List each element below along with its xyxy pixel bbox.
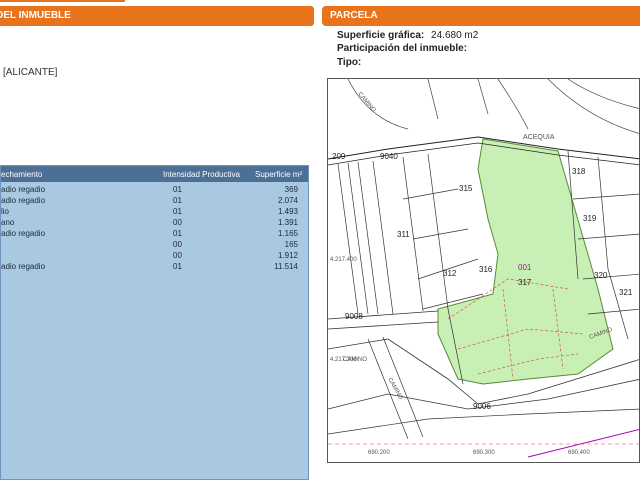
cell-intensidad: 01 xyxy=(173,185,182,194)
table-row: lio 01 1.493 xyxy=(1,206,308,217)
cell-superficie: 369 xyxy=(284,185,298,194)
cell-superficie: 1.391 xyxy=(277,218,298,227)
top-accent-bar xyxy=(0,0,125,2)
code-9006: 9006 xyxy=(473,402,491,411)
cell-superficie: 165 xyxy=(284,240,298,249)
parcel-number-318: 318 xyxy=(572,167,586,176)
cell-intensidad: 01 xyxy=(173,207,182,216)
cell-aprovechamiento: adio regadio xyxy=(1,196,46,205)
coord-label-y2: 4.217.300 xyxy=(330,357,357,363)
parcel-number-312: 312 xyxy=(443,269,457,278)
cell-intensidad: 00 xyxy=(173,240,182,249)
table-row: 00 1.912 xyxy=(1,250,308,261)
table-row: adio regadio 01 11.514 xyxy=(1,261,308,272)
cell-superficie: 11.514 xyxy=(274,262,298,271)
map-drawing: 315 318 319 311 312 316 317 320 321 001 … xyxy=(328,79,639,458)
road-label-camino: CAMINO xyxy=(386,377,403,401)
inmueble-section-header: DEL INMUEBLE xyxy=(0,6,314,26)
superficie-line: Superficie gráfica: 24.680 m2 xyxy=(337,30,478,41)
participacion-label: Participación del inmueble: xyxy=(337,43,468,54)
road-label-acequia: ACEQUIA xyxy=(523,134,555,141)
cell-aprovechamiento: adio regadio xyxy=(1,262,46,271)
cell-superficie: 1.493 xyxy=(277,207,298,216)
cell-aprovechamiento: adio regadio xyxy=(1,229,46,238)
parcel-number-316: 316 xyxy=(479,265,493,274)
code-209: 209 xyxy=(332,152,346,161)
cultivos-table: echamiento Intensidad Productiva Superfi… xyxy=(0,165,309,480)
table-header: echamiento Intensidad Productiva Superfi… xyxy=(1,166,308,182)
parcel-number-320: 320 xyxy=(594,271,608,280)
cell-aprovechamiento: adio regadio xyxy=(1,185,46,194)
cell-superficie: 2.074 xyxy=(277,196,298,205)
location-text: [ALICANTE] xyxy=(3,67,58,78)
cadastral-map[interactable]: 315 318 319 311 312 316 317 320 321 001 … xyxy=(327,78,640,463)
parcel-number-315: 315 xyxy=(459,184,473,193)
cell-intensidad: 01 xyxy=(173,229,182,238)
parcel-number-311: 311 xyxy=(397,230,410,239)
column-header-intensidad: Intensidad Productiva xyxy=(163,170,240,179)
superficie-value: 24.680 m2 xyxy=(431,30,479,41)
road-label-camino: CAMINO xyxy=(356,91,376,113)
coord-label-x3: 690.400 xyxy=(568,450,590,456)
cell-intensidad: 01 xyxy=(173,196,182,205)
table-row: adio regadio 01 2.074 xyxy=(1,195,308,206)
table-row: 00 165 xyxy=(1,239,308,250)
cell-intensidad: 01 xyxy=(173,262,182,271)
table-row: adio regadio 01 369 xyxy=(1,184,308,195)
column-header-aprovechamiento: echamiento xyxy=(1,170,43,179)
tipo-label: Tipo: xyxy=(337,57,362,68)
tipo-line: Tipo: xyxy=(337,57,361,68)
parcel-number-001: 001 xyxy=(518,263,532,272)
participacion-line: Participación del inmueble: xyxy=(337,43,467,54)
code-9040: 9040 xyxy=(380,152,398,161)
column-header-superficie: Superficie m² xyxy=(255,170,303,179)
parcel-number-317: 317 xyxy=(518,278,532,287)
table-row: ano 00 1.391 xyxy=(1,217,308,228)
parcel-number-319: 319 xyxy=(583,214,597,223)
code-9008: 9008 xyxy=(345,312,363,321)
coord-label-x1: 690.200 xyxy=(368,450,390,456)
cell-aprovechamiento: ano xyxy=(1,218,15,227)
cell-intensidad: 00 xyxy=(173,218,182,227)
coord-label-y1: 4.217.400 xyxy=(330,257,357,263)
cell-intensidad: 00 xyxy=(173,251,182,260)
cell-superficie: 1.165 xyxy=(277,229,298,238)
superficie-label: Superficie gráfica: xyxy=(337,30,425,41)
coord-label-x2: 690.300 xyxy=(473,450,495,456)
parcela-section-header: PARCELA xyxy=(322,6,640,26)
parcel-number-321: 321 xyxy=(619,288,633,297)
table-row: adio regadio 01 1.165 xyxy=(1,228,308,239)
cell-aprovechamiento: lio xyxy=(1,207,10,216)
cell-superficie: 1.912 xyxy=(277,251,298,260)
